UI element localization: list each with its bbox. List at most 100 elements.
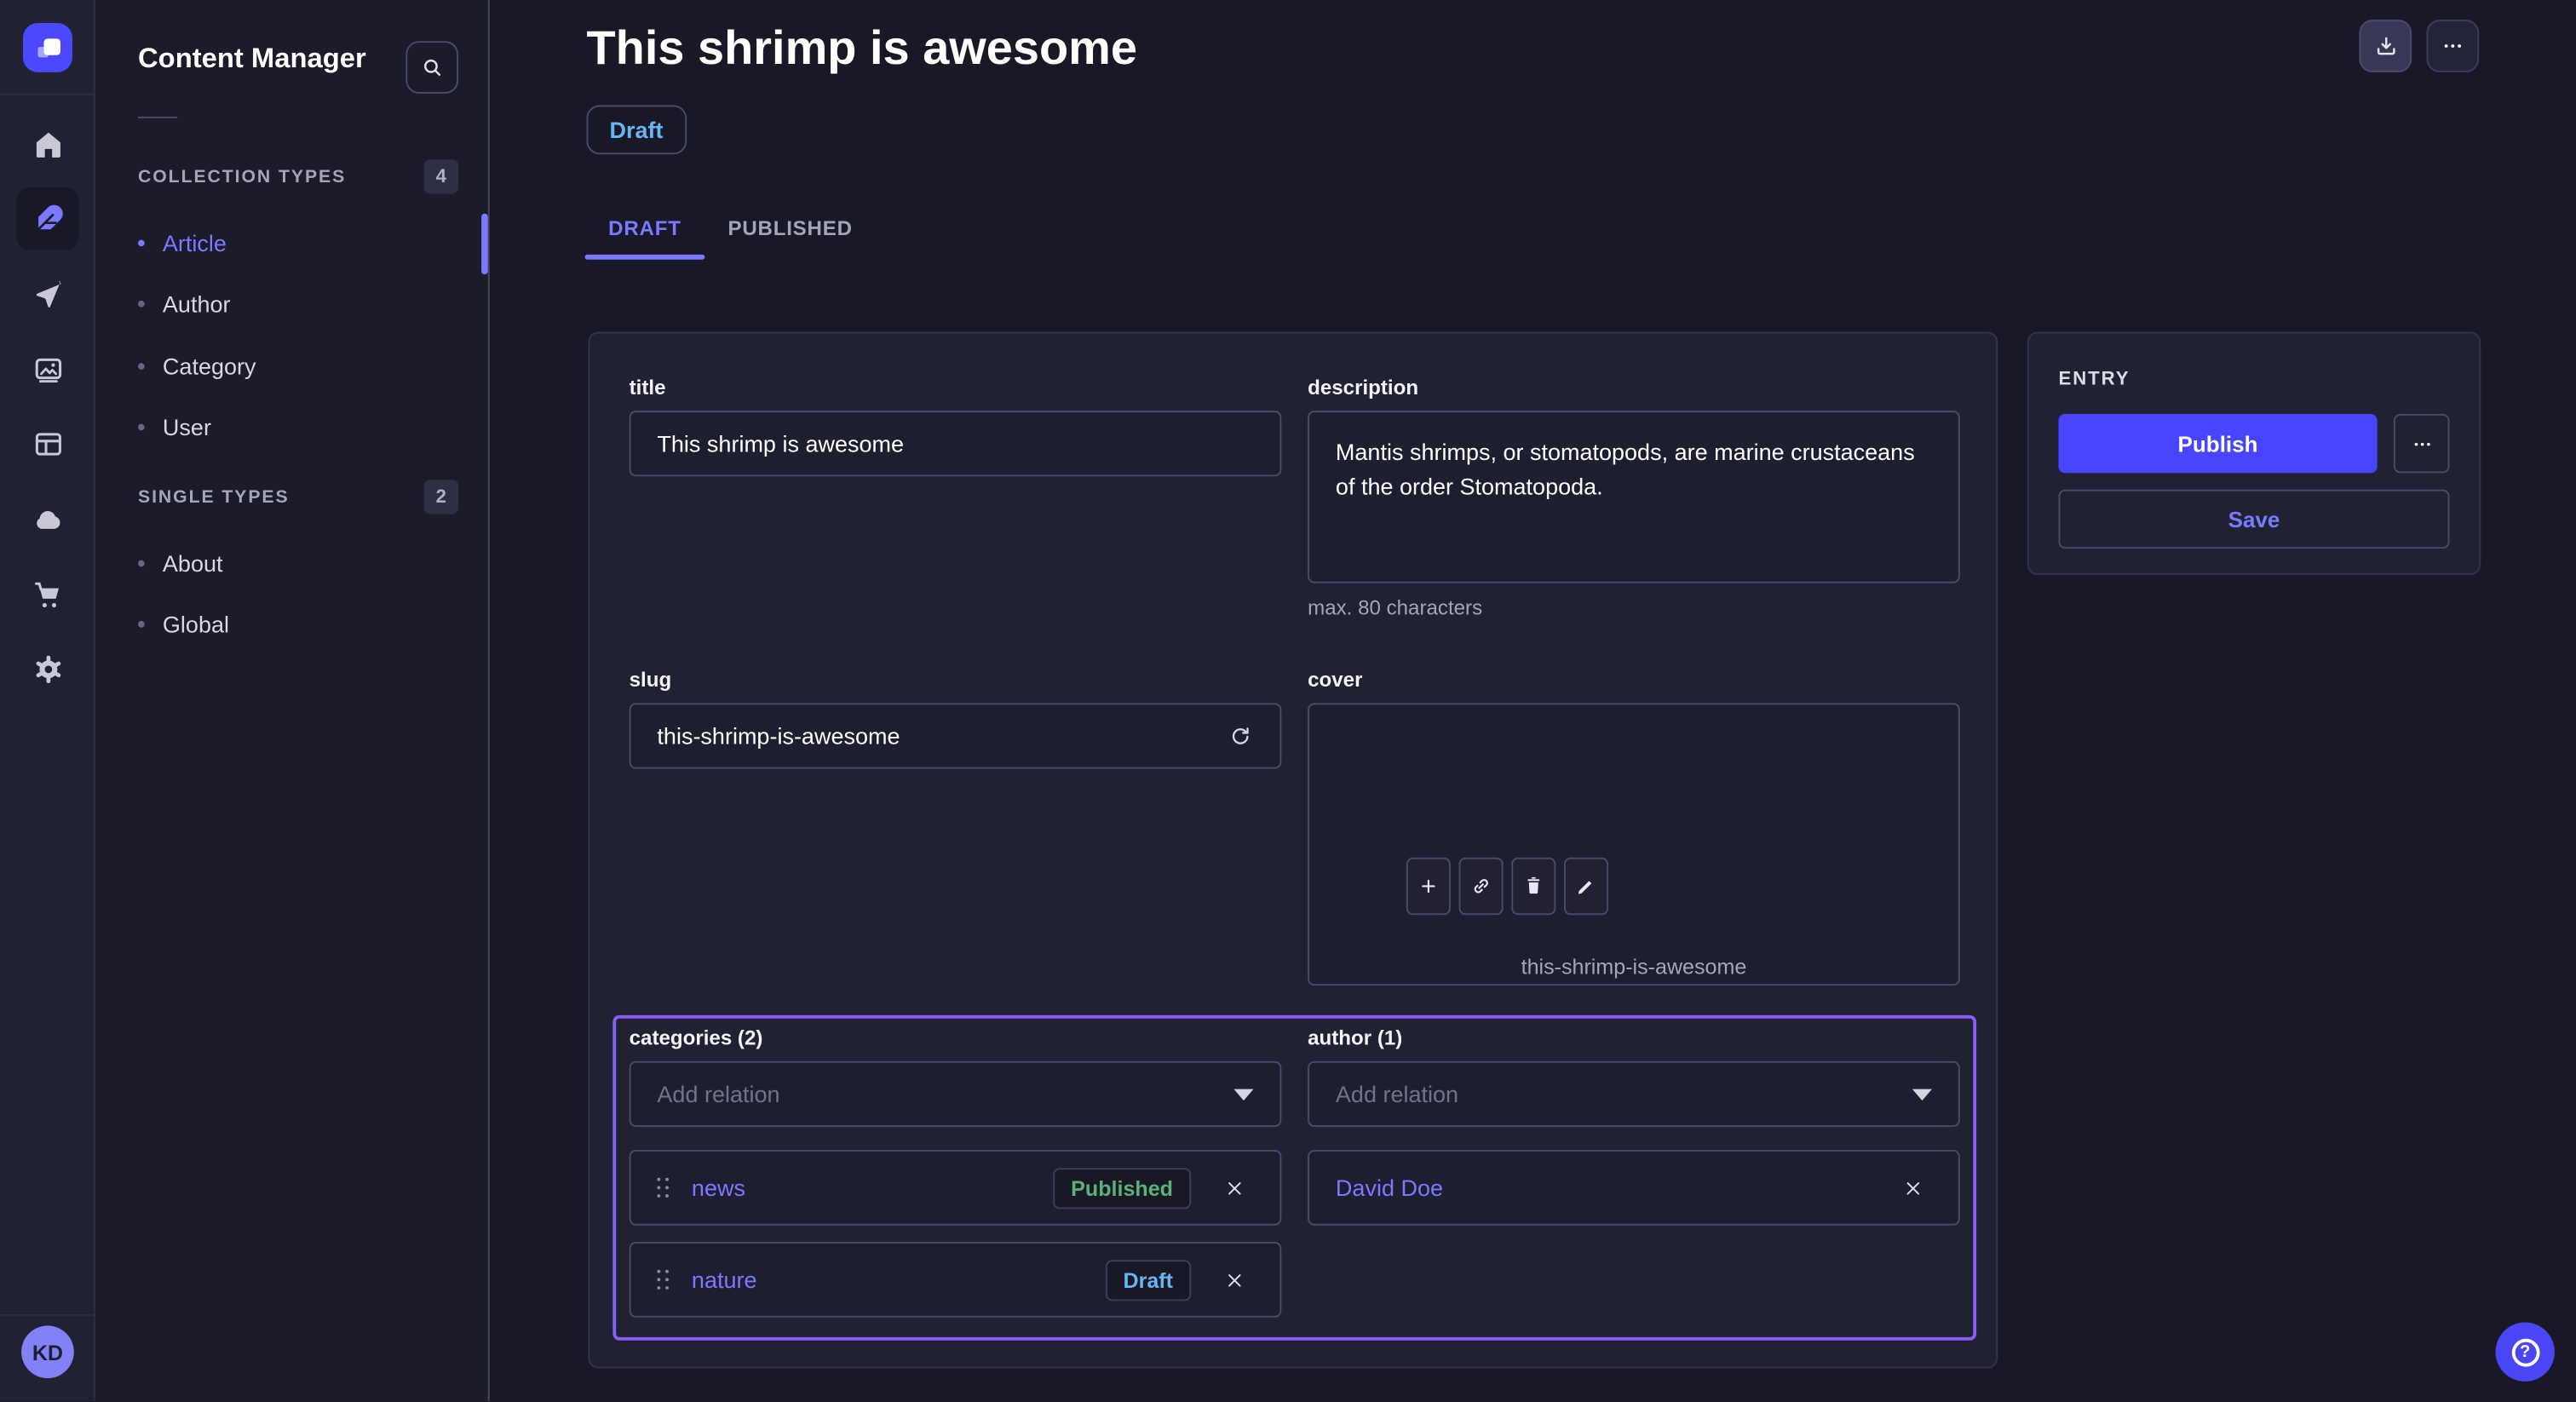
home-icon (31, 128, 65, 162)
field-description: description Mantis shrimps, or stomatopo… (1308, 376, 1960, 619)
slug-input[interactable]: this-shrimp-is-awesome (630, 703, 1282, 768)
strapi-logo[interactable] (23, 23, 72, 72)
sidebar-item-global[interactable]: Global (138, 608, 229, 641)
collection-types-count-badge: 4 (424, 159, 458, 193)
save-button[interactable]: Save (2058, 490, 2449, 549)
field-label: categories (2) (630, 1026, 1282, 1049)
author-relation-combobox[interactable]: Add relation (1308, 1061, 1960, 1127)
rail-divider (0, 94, 95, 95)
field-label: description (1308, 376, 1960, 399)
relation-item-nature[interactable]: nature Draft (630, 1242, 1282, 1318)
main-nav-rail: KD (0, 0, 95, 1402)
slug-value: this-shrimp-is-awesome (657, 723, 900, 750)
sidebar-item-article[interactable]: Article (138, 227, 227, 260)
avatar-initials: KD (32, 1340, 63, 1365)
help-button[interactable]: ? (2495, 1322, 2554, 1381)
delete-media-button[interactable] (1511, 858, 1555, 915)
remove-relation-button[interactable] (1893, 1168, 1932, 1207)
subnav-divider (138, 117, 177, 118)
bullet-icon (138, 301, 145, 307)
add-icon (1416, 874, 1440, 899)
sidebar-item-content-manager-active[interactable] (16, 187, 78, 250)
description-hint: max. 80 characters (1308, 596, 1960, 619)
sidebar-item-settings[interactable] (0, 652, 95, 687)
cover-action-toolbar (1406, 858, 1608, 915)
field-slug: slug this-shrimp-is-awesome (630, 669, 1282, 769)
tab-published[interactable]: PUBLISHED (715, 197, 865, 259)
single-types-count-badge: 2 (424, 480, 458, 514)
categories-relation-combobox[interactable]: Add relation (630, 1061, 1282, 1127)
item-label: About (163, 550, 223, 577)
content-manager-subnav: Content Manager COLLECTION TYPES 4 Artic… (95, 0, 490, 1402)
title-input[interactable]: This shrimp is awesome (630, 411, 1282, 476)
field-cover: cover (1308, 669, 1960, 985)
sidebar-item-marketplace[interactable] (0, 578, 95, 613)
status-badge: Draft (586, 105, 686, 154)
relation-name[interactable]: David Doe (1336, 1175, 1870, 1201)
bullet-icon (138, 424, 145, 431)
bullet-icon (138, 621, 145, 628)
remove-relation-button[interactable] (1214, 1260, 1253, 1299)
item-label: Author (163, 290, 231, 317)
section-single-types: SINGLE TYPES (138, 488, 290, 508)
remove-relation-button[interactable] (1214, 1168, 1253, 1207)
relation-item-david-doe[interactable]: David Doe (1308, 1150, 1960, 1226)
relation-item-news[interactable]: news Published (630, 1150, 1282, 1226)
edit-media-button[interactable] (1564, 858, 1608, 915)
item-label: Category (163, 353, 256, 380)
ellipsis-icon (2409, 431, 2434, 456)
field-label: title (630, 376, 1282, 399)
subnav-title: Content Manager (138, 43, 366, 76)
drag-handle-icon[interactable] (657, 1177, 668, 1198)
close-icon (1901, 1177, 1923, 1198)
relation-name[interactable]: news (692, 1175, 1030, 1201)
item-label: User (163, 414, 211, 440)
search-icon (419, 55, 446, 81)
user-avatar[interactable]: KD (21, 1325, 74, 1378)
cloud-icon (31, 503, 65, 537)
add-media-button[interactable] (1406, 858, 1451, 915)
close-icon (1223, 1269, 1245, 1290)
sidebar-item-author[interactable]: Author (138, 287, 230, 320)
description-textarea[interactable]: Mantis shrimps, or stomatopods, are mari… (1308, 411, 1960, 583)
link-icon (1469, 874, 1493, 899)
publish-button[interactable]: Publish (2058, 414, 2377, 473)
sidebar-item-category[interactable]: Category (138, 350, 256, 383)
section-collection-types: COLLECTION TYPES (138, 168, 346, 187)
feather-icon (31, 201, 65, 235)
active-item-indicator (481, 214, 488, 274)
copy-link-button[interactable] (1459, 858, 1504, 915)
export-button[interactable] (2359, 20, 2412, 72)
entry-panel: ENTRY Publish Save (2027, 332, 2481, 575)
cover-media-box[interactable]: this-shrimp-is-awesome (1308, 703, 1960, 985)
sidebar-item-home[interactable] (0, 128, 95, 162)
cover-filename: this-shrimp-is-awesome (1309, 954, 1958, 979)
chevron-down-icon (1233, 1089, 1253, 1100)
sidebar-item-content-type-builder[interactable] (0, 427, 95, 461)
media-library-icon (31, 353, 65, 388)
title-value: This shrimp is awesome (657, 430, 904, 457)
sidebar-item-cloud[interactable] (0, 503, 95, 537)
field-label: author (1) (1308, 1026, 1960, 1049)
sidebar-item-user[interactable]: User (138, 411, 211, 444)
description-value: Mantis shrimps, or stomatopods, are mari… (1336, 435, 1932, 504)
relation-name[interactable]: nature (692, 1267, 1082, 1293)
layout-icon (31, 427, 65, 461)
pencil-icon (1574, 874, 1599, 899)
drag-handle-icon[interactable] (657, 1269, 668, 1290)
relation-status-badge: Draft (1105, 1259, 1191, 1300)
regenerate-icon[interactable] (1226, 722, 1254, 750)
sidebar-item-media-library[interactable] (0, 353, 95, 388)
more-actions-button[interactable] (2426, 20, 2479, 72)
field-label: cover (1308, 669, 1960, 692)
relation-status-badge: Published (1053, 1167, 1191, 1208)
close-icon (1223, 1177, 1245, 1198)
entry-more-button[interactable] (2394, 414, 2450, 473)
search-button[interactable] (405, 41, 458, 94)
main-content: This shrimp is awesome Draft DRAFT PUBLI… (490, 0, 2576, 1402)
tab-draft[interactable]: DRAFT (585, 197, 705, 259)
cart-icon (31, 578, 65, 613)
sidebar-item-releases[interactable] (0, 279, 95, 313)
sidebar-item-about[interactable]: About (138, 547, 223, 580)
download-icon (2372, 32, 2400, 60)
